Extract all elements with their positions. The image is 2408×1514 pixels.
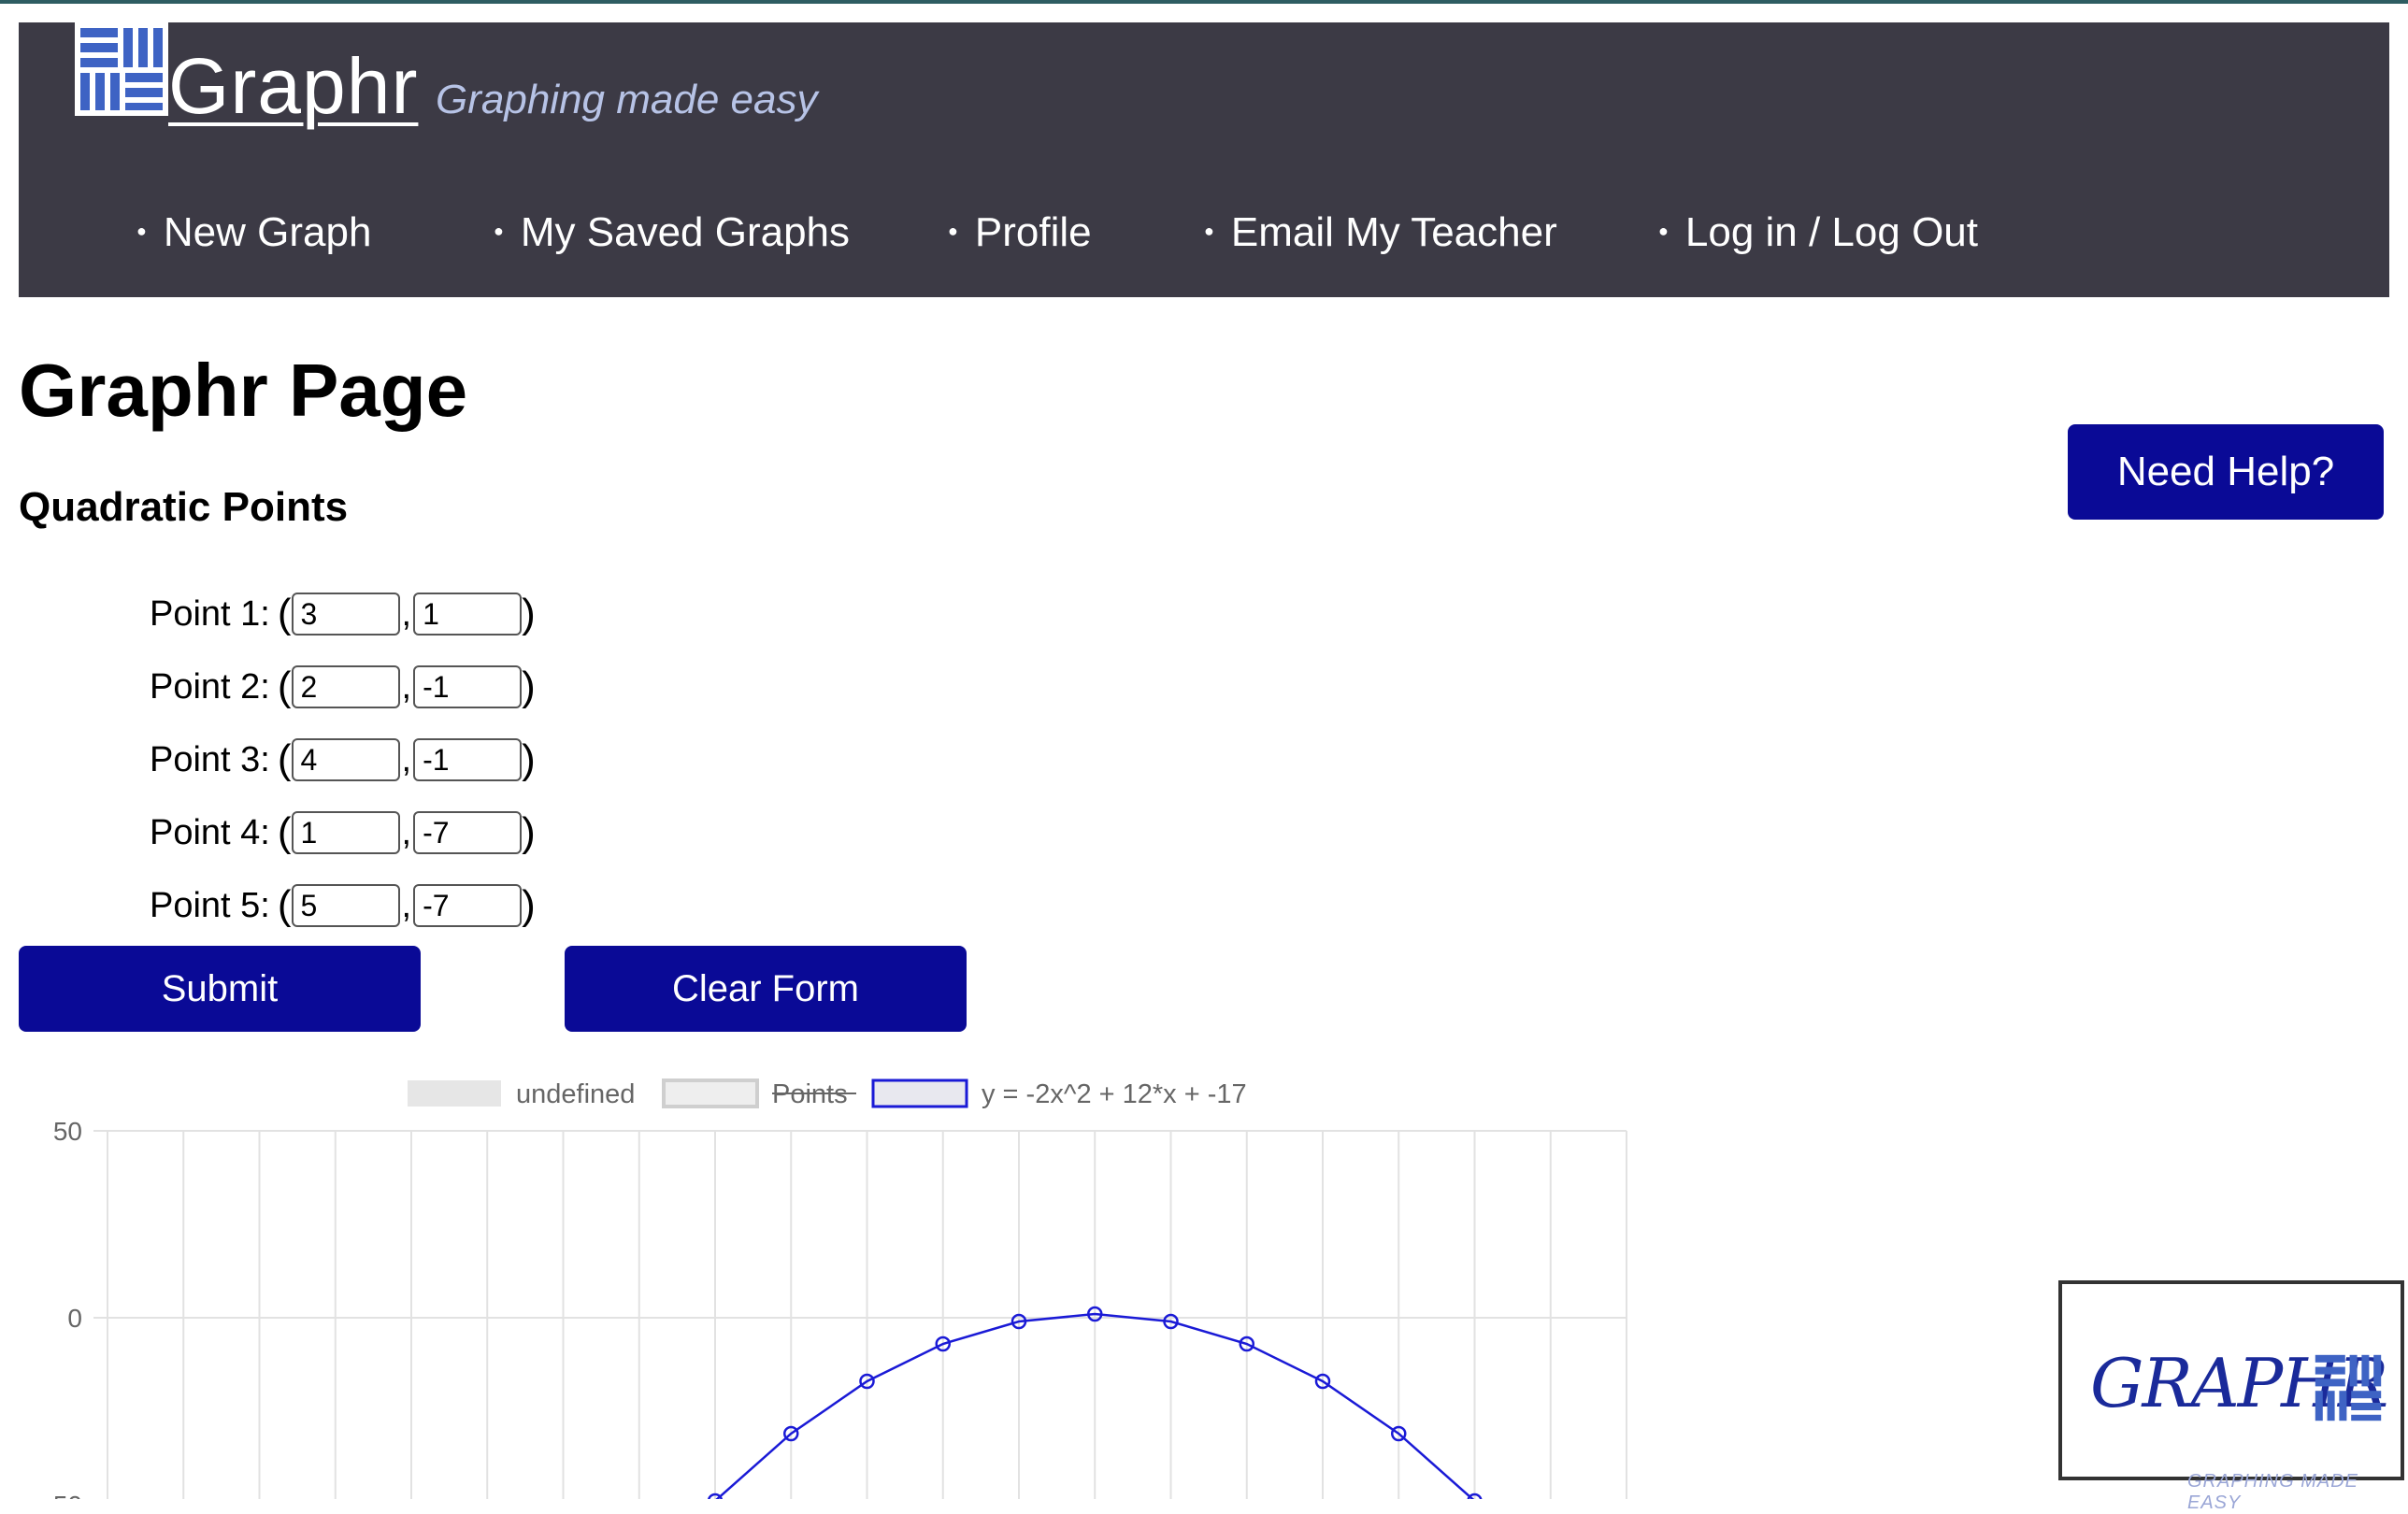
point-label: Point 4: xyxy=(150,812,270,852)
y-tick-label: -50 xyxy=(45,1491,82,1499)
comma: , xyxy=(401,739,412,779)
comma: , xyxy=(401,885,412,925)
top-border xyxy=(0,0,2408,4)
bullet-icon: ● xyxy=(136,221,147,240)
point-1-y-input[interactable] xyxy=(413,593,523,636)
point-row-4: Point 4: ( , ) xyxy=(150,807,536,858)
comma: , xyxy=(401,593,412,634)
close-paren: ) xyxy=(522,882,536,928)
nav-item-profile[interactable]: ● Profile xyxy=(948,209,1092,256)
comma: , xyxy=(401,666,412,707)
bullet-icon: ● xyxy=(494,221,504,240)
graphr-logo-icon xyxy=(75,22,168,116)
close-paren: ) xyxy=(522,664,536,709)
point-row-1: Point 1: ( , ) xyxy=(150,589,536,639)
nav-item-log-in-out[interactable]: ● Log in / Log Out xyxy=(1658,209,1978,256)
point-1-x-input[interactable] xyxy=(291,593,400,636)
y-tick-label: 0 xyxy=(67,1304,82,1333)
point-row-3: Point 3: ( , ) xyxy=(150,735,536,785)
clear-form-button[interactable]: Clear Form xyxy=(565,946,967,1032)
point-4-y-input[interactable] xyxy=(413,811,523,854)
page-title: Graphr Page xyxy=(19,349,468,432)
nav-item-label: Log in / Log Out xyxy=(1684,209,1978,255)
open-paren: ( xyxy=(277,882,292,928)
tagline: Graphing made easy xyxy=(436,77,818,122)
nav-item-label: New Graph xyxy=(163,209,372,255)
comma: , xyxy=(401,812,412,852)
close-paren: ) xyxy=(522,809,536,855)
nav-item-new-graph[interactable]: ● New Graph xyxy=(136,209,371,256)
point-3-x-input[interactable] xyxy=(291,738,400,781)
point-row-2: Point 2: ( , ) xyxy=(150,662,536,712)
nav-item-my-saved-graphs[interactable]: ● My Saved Graphs xyxy=(494,209,850,256)
point-label: Point 2: xyxy=(150,666,270,707)
point-3-y-input[interactable] xyxy=(413,738,523,781)
badge-logo-icon xyxy=(2315,1354,2382,1421)
open-paren: ( xyxy=(277,664,292,709)
legend-label: y = -2x^2 + 12*x + -17 xyxy=(982,1079,1247,1109)
open-paren: ( xyxy=(277,591,292,636)
point-2-y-input[interactable] xyxy=(413,665,523,708)
badge-tagline: GRAPHING MADE EASY xyxy=(2187,1471,2359,1513)
submit-button[interactable]: Submit xyxy=(19,946,421,1032)
point-5-x-input[interactable] xyxy=(291,884,400,927)
point-label: Point 5: xyxy=(150,885,270,925)
site-header: Graphr Graphing made easy ● New Graph ● My… xyxy=(19,22,2389,297)
close-paren: ) xyxy=(522,591,536,636)
open-paren: ( xyxy=(277,809,292,855)
bullet-icon: ● xyxy=(1658,221,1669,240)
nav-item-label: Profile xyxy=(974,209,1092,255)
nav-item-email-my-teacher[interactable]: ● Email My Teacher xyxy=(1204,209,1557,256)
legend-swatch xyxy=(662,1078,759,1108)
bullet-icon: ● xyxy=(948,221,958,240)
legend-swatch xyxy=(871,1078,968,1108)
nav-item-label: My Saved Graphs xyxy=(520,209,851,255)
nav-item-label: Email My Teacher xyxy=(1230,209,1557,255)
section-title: Quadratic Points xyxy=(19,484,349,530)
bullet-icon: ● xyxy=(1204,221,1214,240)
y-tick-label: 50 xyxy=(53,1117,82,1146)
brand-link[interactable]: Graphr xyxy=(168,41,418,132)
legend-swatch xyxy=(408,1080,501,1107)
point-row-5: Point 5: ( , ) xyxy=(150,880,536,931)
point-4-x-input[interactable] xyxy=(291,811,400,854)
point-5-y-input[interactable] xyxy=(413,884,523,927)
graphr-badge: GRAPHR xyxy=(2058,1280,2404,1480)
close-paren: ) xyxy=(522,736,536,782)
need-help-button[interactable]: Need Help? xyxy=(2068,424,2384,520)
quadratic-chart: 500-50undefinedPointsy = -2x^2 + 12*x + … xyxy=(45,1078,1627,1499)
open-paren: ( xyxy=(277,736,292,782)
point-label: Point 1: xyxy=(150,593,270,634)
point-2-x-input[interactable] xyxy=(291,665,400,708)
legend-label: undefined xyxy=(516,1079,635,1109)
point-label: Point 3: xyxy=(150,739,270,779)
main-nav: ● New Graph ● My Saved Graphs ● Profile ● Em… xyxy=(19,209,2389,265)
